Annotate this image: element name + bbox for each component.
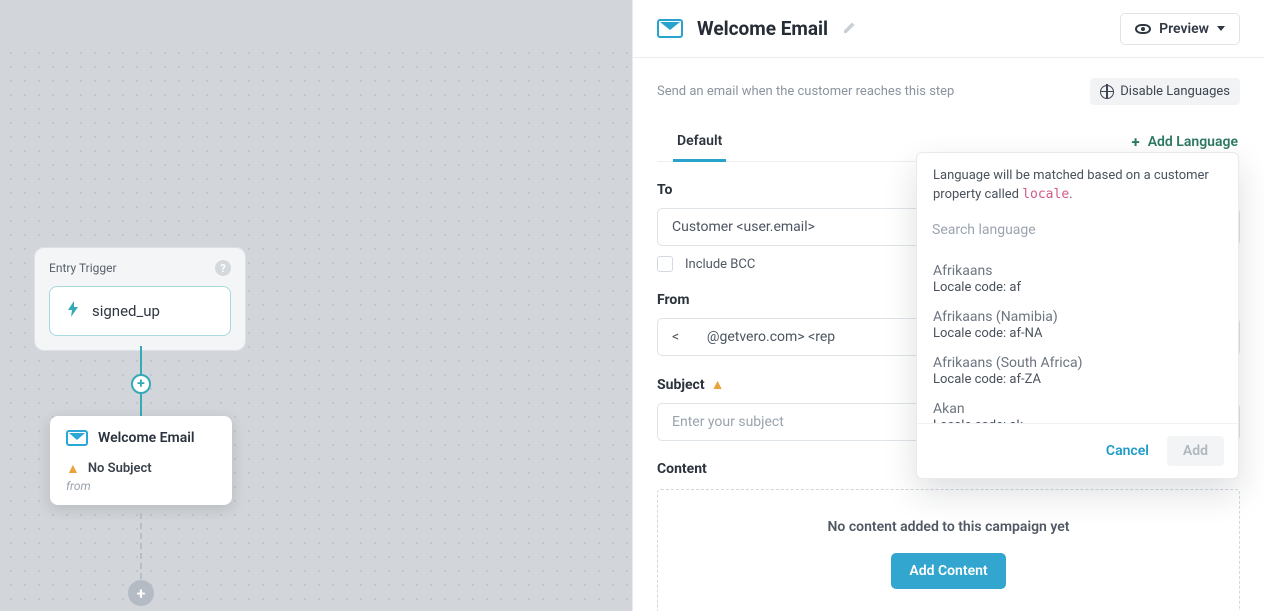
workflow-canvas[interactable]: Entry Trigger ? signed_up + Welcome Emai…	[0, 0, 632, 611]
mail-icon	[66, 430, 88, 446]
trigger-event-chip[interactable]: signed_up	[49, 286, 231, 336]
panel-description: Send an email when the customer reaches …	[657, 84, 954, 99]
language-list[interactable]: Afrikaans Locale code: af Afrikaans (Nam…	[917, 253, 1238, 423]
mail-icon	[657, 19, 683, 38]
language-dropdown: Language will be matched based on a cust…	[916, 152, 1239, 479]
email-step-from-label: from	[66, 479, 216, 493]
help-icon[interactable]: ?	[215, 260, 231, 276]
language-option[interactable]: Akan Locale code: ak	[917, 395, 1238, 423]
connector-line	[140, 346, 142, 376]
edit-title-icon[interactable]	[842, 19, 858, 39]
eye-icon	[1135, 24, 1151, 34]
panel-title: Welcome Email	[697, 17, 828, 40]
language-add-button[interactable]: Add	[1167, 436, 1224, 466]
preview-button[interactable]: Preview	[1120, 13, 1240, 45]
subject-label: Subject	[657, 377, 705, 393]
entry-trigger-card[interactable]: Entry Trigger ? signed_up	[34, 247, 246, 351]
trigger-event-name: signed_up	[92, 302, 160, 320]
language-search-input[interactable]	[927, 215, 1228, 245]
warning-icon: ▲	[66, 460, 80, 477]
language-option[interactable]: Afrikaans (South Africa) Locale code: af…	[917, 349, 1238, 395]
disable-languages-label: Disable Languages	[1120, 84, 1230, 99]
locale-code-literal: locale	[1022, 187, 1069, 202]
email-step-card[interactable]: Welcome Email ▲ No Subject from	[50, 416, 232, 505]
tab-default[interactable]: Default	[673, 123, 726, 162]
add-language-label: Add Language	[1148, 134, 1238, 150]
panel-header: Welcome Email Preview	[633, 0, 1264, 58]
chevron-down-icon	[1217, 26, 1225, 31]
language-option[interactable]: Afrikaans (Namibia) Locale code: af-NA	[917, 303, 1238, 349]
globe-icon	[1100, 85, 1114, 99]
connector-line	[140, 394, 142, 416]
content-dropzone: No content added to this campaign yet Ad…	[657, 489, 1240, 611]
bolt-icon	[66, 301, 80, 321]
email-step-title: Welcome Email	[98, 430, 195, 446]
preview-label: Preview	[1159, 21, 1209, 37]
content-empty-text: No content added to this campaign yet	[828, 519, 1070, 535]
language-cancel-button[interactable]: Cancel	[1098, 436, 1157, 466]
language-option[interactable]: Afrikaans Locale code: af	[917, 257, 1238, 303]
plus-icon: +	[1132, 135, 1140, 150]
connector-dashed	[140, 513, 142, 579]
add-content-button[interactable]: Add Content	[891, 553, 1005, 589]
add-step-node[interactable]: +	[131, 374, 151, 394]
disable-languages-button[interactable]: Disable Languages	[1090, 78, 1240, 105]
add-step-end-node[interactable]: +	[128, 580, 154, 606]
entry-trigger-label: Entry Trigger	[49, 261, 117, 275]
warning-icon: ▲	[711, 376, 725, 393]
language-dropdown-explain: Language will be matched based on a cust…	[917, 153, 1238, 215]
include-bcc-label: Include BCC	[685, 257, 755, 272]
email-step-subject-warning: No Subject	[88, 461, 152, 476]
include-bcc-checkbox[interactable]	[657, 256, 673, 272]
